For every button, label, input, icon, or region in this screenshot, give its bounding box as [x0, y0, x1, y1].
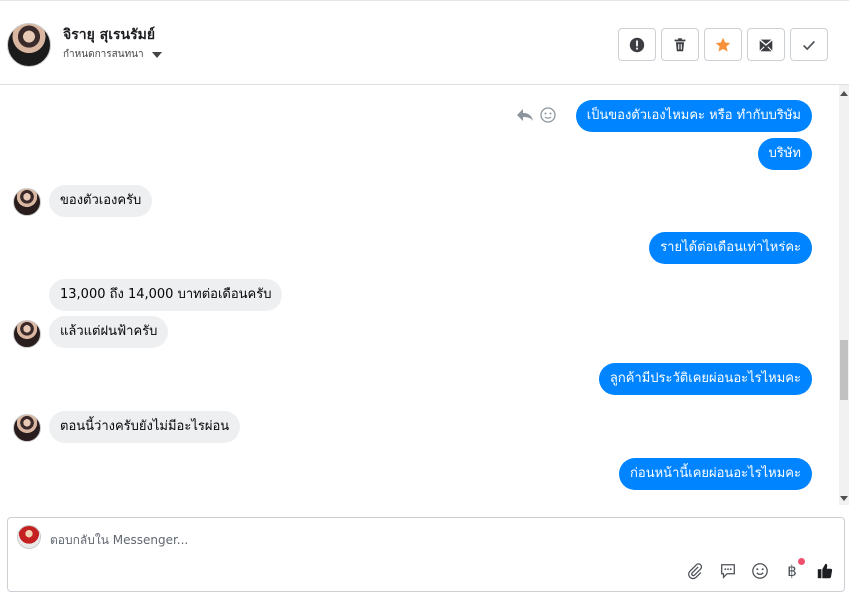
baht-icon: ฿	[787, 562, 797, 580]
conversation-schedule-dropdown[interactable]: กำหนดการสนทนา	[63, 47, 162, 62]
reply-icon[interactable]	[516, 107, 534, 123]
thread-scrollbar[interactable]	[839, 85, 849, 505]
scroll-up-arrow-icon[interactable]	[840, 91, 848, 96]
like-button[interactable]	[814, 560, 836, 582]
contact-avatar[interactable]	[7, 23, 51, 67]
customer-avatar	[13, 188, 41, 216]
customer-avatar	[13, 414, 41, 442]
message-bubble-outgoing[interactable]: ลูกค้ามีประวัติเคยผ่อนอะไรไหมคะ	[598, 363, 812, 395]
saved-reply-icon	[721, 564, 735, 579]
emoji-reaction-icon[interactable]	[540, 107, 556, 123]
payment-button[interactable]: ฿	[781, 558, 805, 582]
paperclip-icon	[688, 563, 703, 580]
emoji-icon	[752, 563, 768, 579]
caret-down-icon	[151, 51, 162, 58]
spam-button[interactable]	[618, 28, 656, 61]
alert-icon	[629, 37, 645, 52]
message-bubble-incoming[interactable]: แล้วแต่ฝนฟ้าครับ	[49, 316, 169, 348]
message-bubble-outgoing[interactable]: ก่อนหน้านี้เคยผ่อนอะไรไหมคะ	[619, 458, 812, 490]
reply-input[interactable]	[50, 530, 650, 550]
message-bubble-outgoing[interactable]: เป็นของตัวเองไหมคะ หรือ ทำกับบริษัม	[575, 100, 812, 132]
message-actions	[516, 107, 556, 123]
scroll-down-arrow-icon[interactable]	[840, 496, 848, 501]
message-bubble-incoming[interactable]: ตอนนี้ว่างครับยังไม่มีอะไรผ่อน	[49, 411, 241, 443]
message-bubble-incoming[interactable]: 13,000 ถึง 14,000 บาทต่อเดือนครับ	[49, 279, 283, 311]
emoji-button[interactable]	[749, 560, 771, 582]
page-avatar	[17, 525, 41, 549]
messenger-conversation: จิรายุ สุเรนรัมย์ กำหนดการสนทนา เป็นของต…	[0, 0, 849, 595]
check-icon	[803, 40, 815, 50]
like-icon	[817, 563, 833, 579]
message-bubble-outgoing[interactable]: บริษัท	[757, 138, 812, 170]
message-thread[interactable]: เป็นของตัวเองไหมคะ หรือ ทำกับบริษัม บริษ…	[0, 85, 849, 505]
star-button[interactable]	[704, 28, 742, 61]
conversation-header: จิรายุ สุเรนรัมย์ กำหนดการสนทนา	[0, 0, 849, 85]
customer-avatar	[13, 320, 41, 348]
done-button[interactable]	[790, 28, 828, 61]
saved-reply-button[interactable]	[717, 560, 739, 582]
schedule-label: กำหนดการสนทนา	[63, 49, 144, 60]
notification-dot	[798, 558, 805, 565]
envelope-icon	[759, 38, 773, 52]
trash-icon	[674, 37, 686, 51]
message-bubble-outgoing[interactable]: รายได้ต่อเดือนเท่าไหร่คะ	[649, 232, 812, 264]
message-bubble-incoming[interactable]: ของตัวเองครับ	[49, 185, 153, 217]
attach-file-button[interactable]	[684, 560, 706, 582]
contact-name[interactable]: จิรายุ สุเรนรัมย์	[63, 24, 155, 46]
scroll-thumb[interactable]	[840, 340, 848, 400]
delete-button[interactable]	[661, 28, 699, 61]
reply-composer: ฿	[7, 517, 845, 592]
mark-unread-button[interactable]	[747, 28, 785, 61]
star-icon	[715, 37, 731, 51]
